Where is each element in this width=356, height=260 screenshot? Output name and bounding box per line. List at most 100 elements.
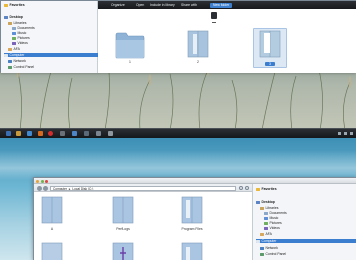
file-name-2: 2 (197, 60, 199, 64)
tray-icon[interactable] (338, 132, 342, 135)
folder-name-perflogs: PerfLogs (116, 227, 130, 231)
nav-favorites[interactable]: Favorites (4, 3, 25, 7)
file-view: 1 2 3 (98, 9, 356, 73)
nav-videos[interactable]: Videos (264, 226, 280, 230)
videos-icon (12, 41, 16, 45)
folder-icon[interactable] (40, 241, 64, 260)
organize-button[interactable]: Organize (111, 3, 125, 7)
folder-name-program-files: Program Files (181, 227, 203, 231)
separator-dash (212, 22, 216, 23)
nav-computer[interactable]: Computer (256, 239, 356, 243)
app-icon[interactable] (96, 131, 101, 136)
tray-icon[interactable] (350, 132, 353, 135)
taskbar (0, 128, 356, 138)
app-icon[interactable] (108, 131, 113, 136)
forward-icon[interactable] (43, 185, 48, 191)
computer-icon (256, 239, 260, 243)
wallpaper-horizon (0, 150, 356, 180)
nav-libraries[interactable]: Libraries (260, 206, 279, 210)
pictures-icon (12, 36, 16, 40)
nav-libraries[interactable]: Libraries (8, 21, 27, 25)
network-icon (260, 246, 264, 250)
system-tray[interactable] (336, 132, 353, 136)
explorer-window-top[interactable]: Favorites Desktop Libraries Documents Mu… (0, 0, 356, 73)
open-button[interactable]: Open (136, 3, 144, 7)
nav-documents[interactable]: Documents (264, 211, 287, 215)
user-icon (8, 47, 12, 51)
nav-videos[interactable]: Videos (12, 41, 28, 45)
star-icon (4, 3, 8, 7)
explorer-icon[interactable] (16, 131, 21, 136)
nav-documents[interactable]: Documents (12, 26, 35, 30)
documents-icon (12, 26, 16, 30)
folder-name-a: A (50, 227, 54, 231)
folder-icon[interactable] (115, 31, 145, 59)
search-icon[interactable] (245, 186, 249, 190)
library-icon (8, 21, 12, 25)
address-field[interactable]: Computer ▸ Local Disk (C:) (50, 185, 236, 191)
desktop-icon (256, 200, 260, 204)
nav-network[interactable]: Network (260, 246, 278, 250)
nav-computer[interactable]: Computer (4, 53, 98, 57)
network-icon (8, 59, 12, 63)
file-view: A PerfLogs Program Files (34, 192, 252, 260)
record-icon[interactable] (48, 131, 53, 136)
nav-desktop[interactable]: Desktop (256, 200, 275, 204)
close-icon[interactable] (45, 179, 48, 183)
folder-icon[interactable] (111, 241, 135, 260)
nav-user[interactable]: AFA (260, 232, 272, 236)
nav-pictures[interactable]: Pictures (264, 221, 282, 225)
library-icon (260, 206, 264, 210)
breadcrumb-drive[interactable]: Local Disk (C:) (72, 187, 93, 190)
star-icon (256, 187, 260, 191)
pictures-icon (264, 221, 268, 225)
control-panel-icon (8, 65, 12, 69)
file-name-1: 1 (129, 60, 131, 64)
minimize-icon[interactable] (36, 179, 39, 183)
media-player-icon[interactable] (38, 131, 43, 136)
media-icon (211, 12, 217, 19)
file-name-3[interactable]: 3 (265, 62, 275, 66)
folder-icon[interactable] (258, 29, 282, 59)
navigation-pane: Favorites Desktop Libraries Documents Mu… (252, 184, 356, 260)
refresh-icon[interactable] (239, 186, 243, 190)
user-icon (260, 232, 264, 236)
nav-network[interactable]: Network (8, 59, 26, 63)
include-in-library-button[interactable]: Include in library (150, 3, 175, 7)
nav-music[interactable]: Music (264, 216, 278, 220)
command-bar: Organize Open Include in library Share w… (98, 1, 356, 9)
folder-icon[interactable] (180, 195, 204, 225)
back-icon[interactable] (37, 185, 42, 191)
music-icon (264, 216, 268, 220)
address-bar: Computer ▸ Local Disk (C:) (34, 184, 252, 192)
breadcrumb-computer[interactable]: Computer (53, 187, 67, 190)
documents-icon (264, 211, 268, 215)
folder-icon[interactable] (111, 195, 135, 225)
new-folder-button[interactable]: New folder (210, 2, 233, 8)
navigation-pane: Favorites Desktop Libraries Documents Mu… (1, 1, 98, 73)
app-icon[interactable] (72, 131, 77, 136)
tray-icon[interactable] (344, 132, 348, 135)
maximize-icon[interactable] (40, 179, 44, 183)
start-icon[interactable] (6, 131, 11, 136)
app-icon[interactable] (60, 131, 65, 136)
folder-icon[interactable] (186, 29, 210, 59)
nav-pictures[interactable]: Pictures (12, 36, 30, 40)
browser-icon[interactable] (27, 131, 32, 136)
nav-music[interactable]: Music (12, 31, 26, 35)
nav-desktop[interactable]: Desktop (4, 15, 23, 19)
folder-icon[interactable] (180, 241, 204, 260)
nav-control-panel[interactable]: Control Panel (8, 65, 34, 69)
desktop-icon (4, 15, 8, 19)
control-panel-icon (260, 252, 264, 256)
nav-user[interactable]: AFA (8, 47, 20, 51)
share-with-button[interactable]: Share with (181, 3, 197, 7)
nav-control-panel[interactable]: Control Panel (260, 252, 286, 256)
folder-icon[interactable] (40, 195, 64, 225)
nav-favorites[interactable]: Favorites (256, 187, 277, 191)
breadcrumb-separator: ▸ (68, 186, 71, 191)
computer-icon (4, 53, 8, 57)
videos-icon (264, 226, 268, 230)
app-icon[interactable] (84, 131, 89, 136)
explorer-window-bottom[interactable]: Computer ▸ Local Disk (C:) A PerfLogs Pr… (33, 177, 356, 260)
